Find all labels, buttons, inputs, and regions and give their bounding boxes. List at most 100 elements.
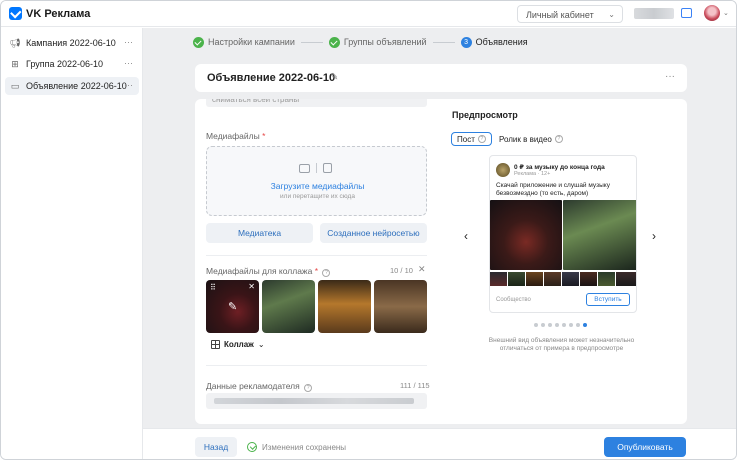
community-avatar	[496, 163, 510, 177]
cabinet-select-label: Личный кабинет	[526, 10, 594, 20]
advertiser-counter: 111 / 115	[400, 381, 430, 390]
text-field-partial[interactable]: сниматься всей страны	[206, 99, 427, 107]
help-icon[interactable]: ?	[477, 135, 486, 143]
document-icon	[323, 163, 332, 173]
wallet-icon[interactable]	[681, 8, 692, 18]
tab-label: Пост	[457, 134, 475, 144]
more-icon[interactable]: ···	[124, 58, 133, 68]
carousel-dot[interactable]	[576, 323, 580, 327]
saved-status: Изменения сохранены	[247, 442, 346, 452]
logo[interactable]: VK Реклама	[9, 7, 90, 20]
media-thumbnail[interactable]: ⠿ ✕ ✎	[206, 280, 259, 333]
help-icon[interactable]: ?	[304, 384, 313, 392]
upload-hint: или перетащите их сюда	[280, 193, 355, 200]
more-icon[interactable]: ···	[124, 37, 133, 47]
edit-pencil-icon[interactable]: ✎	[330, 72, 338, 83]
post-image-small	[580, 272, 597, 286]
step-ads[interactable]: 3 Объявления	[460, 36, 528, 48]
step-connector	[300, 41, 323, 43]
media-label-text: Медиафайлы	[206, 131, 260, 141]
required-mark: *	[262, 131, 266, 141]
collage-counter: 10 / 10	[390, 266, 413, 275]
blurred-text	[214, 398, 414, 404]
avatar[interactable]	[704, 5, 720, 21]
grid-icon	[211, 340, 220, 349]
close-icon[interactable]: ✕	[418, 264, 426, 275]
carousel-dot[interactable]	[555, 323, 559, 327]
media-thumbnail[interactable]	[318, 280, 371, 333]
vk-ads-logo-icon	[9, 7, 22, 20]
preview-note: Внешний вид объявления может незначитель…	[488, 337, 635, 352]
top-header: VK Реклама Личный кабинет ⌄ ⌄	[1, 1, 736, 27]
media-label: Медиафайлы *	[206, 131, 265, 141]
dropzone-icons	[299, 163, 332, 173]
media-library-button[interactable]: Медиатека	[206, 223, 313, 243]
check-icon	[328, 36, 340, 48]
step-connector	[432, 41, 455, 43]
drag-handle-icon[interactable]: ⠿	[210, 283, 216, 292]
preview-panel: Предпросмотр Пост ? Ролик в видео ? ‹ › …	[436, 99, 687, 424]
advertiser-data-input[interactable]	[206, 393, 427, 409]
step-campaign-settings[interactable]: Настройки кампании	[193, 36, 295, 48]
divider	[316, 163, 317, 173]
more-icon[interactable]: ···	[124, 80, 133, 90]
image-icon	[299, 163, 310, 173]
carousel-dot[interactable]	[548, 323, 552, 327]
post-subtitle: Реклама · 12+	[514, 171, 551, 177]
app-window: VK Реклама Личный кабинет ⌄ ⌄ 📢︎ Кампани…	[0, 0, 737, 460]
post-text: Скачай приложение и слушай музыку безвоз…	[496, 182, 610, 197]
ai-generated-button[interactable]: Созданное нейросетью	[320, 223, 427, 243]
back-button[interactable]: Назад	[195, 437, 237, 457]
media-thumbnail[interactable]: ›	[374, 280, 427, 333]
step-number: 3	[460, 36, 472, 48]
app-title: VK Реклама	[26, 7, 91, 20]
more-icon[interactable]: ···	[665, 71, 675, 82]
saved-text: Изменения сохранены	[262, 442, 347, 452]
step-ad-groups[interactable]: Группы объявлений	[328, 36, 427, 48]
advertiser-label-text: Данные рекламодателя	[206, 381, 300, 391]
step-label: Группы объявлений	[343, 37, 427, 47]
account-name-blurred[interactable]	[634, 8, 674, 19]
post-image-small	[490, 272, 507, 286]
post-image	[563, 200, 636, 270]
cabinet-select[interactable]: Личный кабинет ⌄	[517, 5, 623, 23]
chevron-right-icon[interactable]: ›	[652, 229, 656, 243]
chevron-left-icon[interactable]: ‹	[464, 229, 468, 243]
collage-dropdown[interactable]: Коллаж ⌄	[211, 340, 265, 349]
edit-pencil-icon[interactable]: ✎	[228, 300, 237, 313]
tab-video[interactable]: Ролик в видео ?	[494, 132, 568, 146]
publish-button[interactable]: Опубликовать	[604, 437, 686, 457]
carousel-dot[interactable]	[583, 323, 587, 327]
carousel-dot[interactable]	[534, 323, 538, 327]
chevron-down-icon: ⌄	[608, 10, 615, 19]
post-footer-label: Сообщество	[496, 297, 531, 303]
upload-media-link[interactable]: Загрузите медиафайлы	[207, 181, 428, 191]
chevron-down-icon[interactable]: ⌄	[723, 9, 729, 17]
media-thumbnail[interactable]	[262, 280, 315, 333]
collage-media-label: Медиафайлы для коллажа * ?	[206, 266, 331, 277]
carousel-dot[interactable]	[569, 323, 573, 327]
megaphone-icon: 📢︎	[9, 37, 21, 48]
help-icon[interactable]: ?	[554, 135, 563, 143]
required-mark: *	[314, 266, 319, 276]
sidebar-item-campaign[interactable]: 📢︎ Кампания 2022-06-10 ···	[5, 34, 139, 52]
close-icon[interactable]: ✕	[248, 282, 255, 291]
sidebar-item-ad[interactable]: ▭ Объявление 2022-06-10 ···	[5, 77, 139, 95]
page-title: Объявление 2022-06-10	[207, 72, 336, 84]
post-image-small	[526, 272, 543, 286]
step-label: Настройки кампании	[208, 37, 295, 47]
carousel-dots	[534, 323, 587, 327]
join-button[interactable]: Вступить	[586, 293, 630, 306]
media-dropzone[interactable]: Загрузите медиафайлы или перетащите их с…	[206, 146, 427, 216]
carousel-dot[interactable]	[562, 323, 566, 327]
sidebar-item-group[interactable]: ⊞ Группа 2022-06-10 ···	[5, 55, 139, 73]
post-title: 0 ₽ за музыку до конца года	[514, 164, 605, 171]
carousel-dot[interactable]	[541, 323, 545, 327]
post-image	[490, 200, 562, 270]
help-icon[interactable]: ?	[322, 269, 331, 277]
tab-post[interactable]: Пост ?	[451, 132, 492, 146]
ad-title-card: Объявление 2022-06-10 ✎ ···	[195, 64, 687, 92]
ad-form: сниматься всей страны Медиафайлы * Загру…	[195, 99, 436, 424]
sidebar-item-label: Группа 2022-06-10	[26, 59, 104, 69]
post-image-small	[544, 272, 561, 286]
